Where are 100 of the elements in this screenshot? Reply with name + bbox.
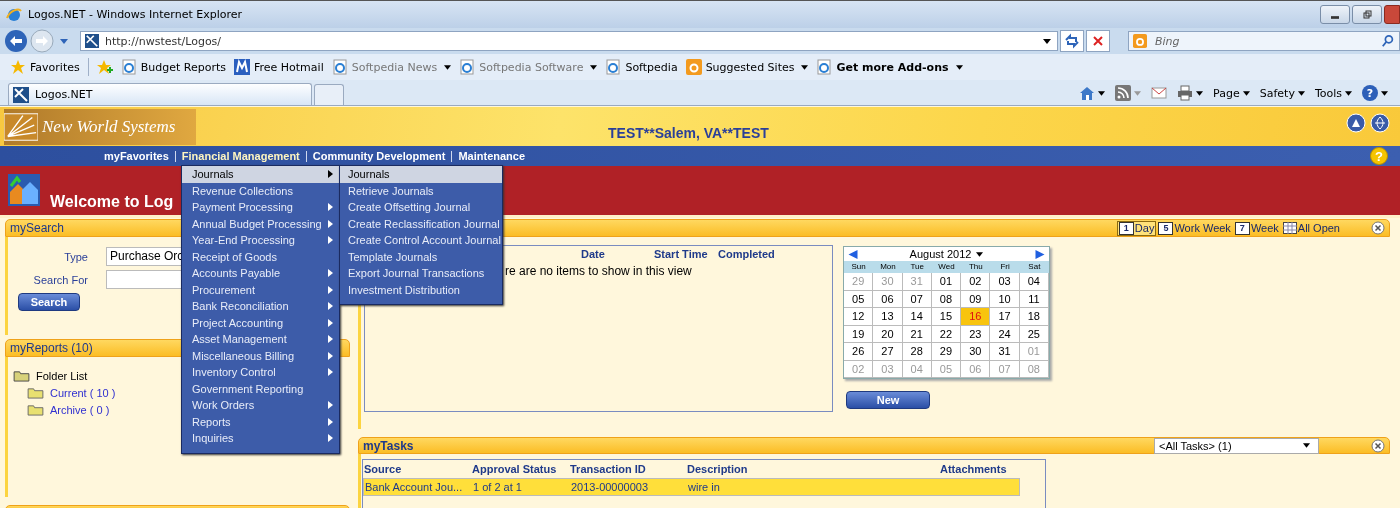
calendar-day[interactable]: 17 [990, 308, 1020, 326]
folder-link[interactable]: Current ( 10 ) [50, 386, 116, 399]
refresh-icon[interactable] [1060, 30, 1084, 52]
menu-item[interactable]: Receipt of Goods [182, 248, 339, 265]
calendar-day[interactable]: 07 [902, 290, 932, 308]
menu-item[interactable]: Export Journal Transactions [340, 265, 502, 282]
close-icon[interactable] [1371, 438, 1385, 453]
new-button[interactable]: New [846, 391, 930, 409]
calendar-day[interactable]: 20 [873, 325, 903, 343]
calendar-day[interactable]: 03 [990, 273, 1020, 291]
previous-month-arrow[interactable] [848, 249, 858, 259]
calendar-day[interactable]: 19 [844, 325, 874, 343]
view-button[interactable]: 5 Work Week [1157, 221, 1232, 235]
menu-item[interactable]: Project Accounting [182, 314, 339, 331]
nav-link[interactable]: Maintenance [451, 150, 532, 162]
address-field[interactable]: http://nwstest/Logos/ [80, 31, 1058, 51]
menu-item[interactable]: Inquiries [182, 430, 339, 447]
calendar-day[interactable]: 25 [1019, 325, 1049, 343]
view-button[interactable]: 7 Week [1233, 221, 1280, 235]
column-header[interactable]: Approval Status [472, 463, 570, 475]
menu-item[interactable]: Reports [182, 413, 339, 430]
favorites-link[interactable]: Softpedia [605, 59, 678, 75]
calendar-day[interactable]: 05 [844, 290, 874, 308]
favorites-link[interactable]: Get more Add-ons [816, 59, 963, 75]
favorites-link[interactable]: Budget Reports [120, 59, 226, 75]
view-button[interactable]: All Open [1281, 221, 1341, 235]
menu-item[interactable]: Retrieve Journals [340, 182, 502, 199]
column-header[interactable]: Attachments [940, 463, 1045, 475]
calendar-day[interactable]: 01 [931, 273, 962, 291]
next-month-arrow[interactable] [1035, 249, 1045, 259]
print-button[interactable] [1177, 85, 1204, 101]
calendar-day[interactable]: 28 [902, 343, 932, 361]
favorites-link[interactable]: Free Hotmail [233, 59, 324, 75]
minimize-button[interactable] [1320, 5, 1350, 24]
favorites-link[interactable]: Softpedia News [331, 59, 452, 75]
column-header[interactable]: Transaction ID [570, 463, 687, 475]
search-for-field[interactable] [106, 270, 184, 289]
menu-item[interactable]: Revenue Collections [182, 182, 339, 199]
menu-item[interactable]: Work Orders [182, 397, 339, 414]
add-favorite-icon[interactable] [96, 59, 113, 75]
search-button[interactable]: Search [18, 293, 80, 311]
menu-item[interactable]: Accounts Payable [182, 265, 339, 282]
calendar-day[interactable]: 31 [990, 343, 1020, 361]
folder-link[interactable]: Archive ( 0 ) [50, 403, 110, 416]
calendar-day[interactable]: 14 [902, 308, 932, 326]
calendar-day[interactable]: 08 [931, 290, 962, 308]
menu-item[interactable]: Bank Reconciliation [182, 298, 339, 315]
stop-icon[interactable] [1086, 30, 1110, 52]
calendar-day[interactable]: 21 [902, 325, 932, 343]
search-box[interactable]: Bing [1128, 31, 1400, 51]
column-header[interactable]: Start Time [654, 248, 718, 260]
home-button[interactable] [1079, 85, 1106, 101]
menu-item[interactable]: Annual Budget Processing [182, 215, 339, 232]
column-header[interactable]: Completed [718, 248, 775, 260]
favorites-link[interactable]: Suggested Sites [685, 59, 809, 75]
menu-item[interactable]: Journals [182, 166, 339, 183]
calendar-day[interactable]: 27 [873, 343, 903, 361]
command-menu[interactable]: Safety [1259, 86, 1305, 100]
menu-item[interactable]: Payment Processing [182, 199, 339, 216]
month-dropdown[interactable]: August 2012 [909, 248, 984, 260]
nav-link[interactable]: myFavorites [98, 150, 175, 162]
task-row[interactable]: Bank Account Jou... 1 of 2 at 1 2013-00000003 wire in [363, 478, 1020, 496]
browser-tab[interactable]: Logos.NET [8, 83, 312, 105]
command-menu[interactable]: Tools [1314, 86, 1352, 100]
menu-item[interactable]: Create Reclassification Journal [340, 215, 502, 232]
back-button[interactable] [4, 29, 28, 53]
menu-item[interactable]: Template Journals [340, 248, 502, 265]
feeds-button[interactable] [1115, 85, 1142, 101]
view-button[interactable]: 1 Day [1117, 221, 1156, 235]
globe-icon[interactable] [1370, 112, 1390, 133]
calendar-day[interactable]: 23 [961, 325, 991, 343]
menu-item[interactable]: Procurement [182, 281, 339, 298]
calendar-day[interactable]: 26 [844, 343, 874, 361]
calendar-day[interactable]: 24 [990, 325, 1020, 343]
menu-item[interactable]: Create Control Account Journal [340, 232, 502, 249]
favorites-link[interactable]: Softpedia Software [459, 59, 598, 75]
mail-button[interactable] [1151, 85, 1168, 101]
calendar-day[interactable]: 10 [990, 290, 1020, 308]
column-header[interactable]: Description [687, 463, 940, 475]
command-menu[interactable]: Page [1213, 86, 1250, 100]
menu-item[interactable]: Government Reporting [182, 380, 339, 397]
favorites-button[interactable]: Favorites [10, 59, 80, 75]
menu-item[interactable]: Create Offsetting Journal [340, 199, 502, 216]
tree-item[interactable]: Folder List [36, 369, 88, 382]
calendar-day[interactable]: 02 [961, 273, 991, 291]
menu-item[interactable]: Miscellaneous Billing [182, 347, 339, 364]
task-filter-dropdown[interactable]: <All Tasks> (1) [1154, 437, 1319, 454]
calendar-day[interactable]: 18 [1019, 308, 1049, 326]
nav-link[interactable]: Financial Management [174, 150, 306, 162]
menu-item[interactable]: Investment Distribution [340, 281, 502, 298]
menu-item[interactable]: Year-End Processing [182, 232, 339, 249]
calendar-day[interactable]: 30 [961, 343, 991, 361]
calendar-day[interactable]: 11 [1019, 290, 1049, 308]
menu-item[interactable]: Journals [340, 166, 502, 183]
calendar-day[interactable]: 04 [1019, 273, 1049, 291]
menu-item[interactable]: Asset Management [182, 331, 339, 348]
restore-button[interactable] [1352, 5, 1382, 24]
search-icon[interactable] [1381, 34, 1395, 48]
caret-icon[interactable] [1043, 38, 1051, 44]
nav-link[interactable]: Community Development [305, 150, 452, 162]
